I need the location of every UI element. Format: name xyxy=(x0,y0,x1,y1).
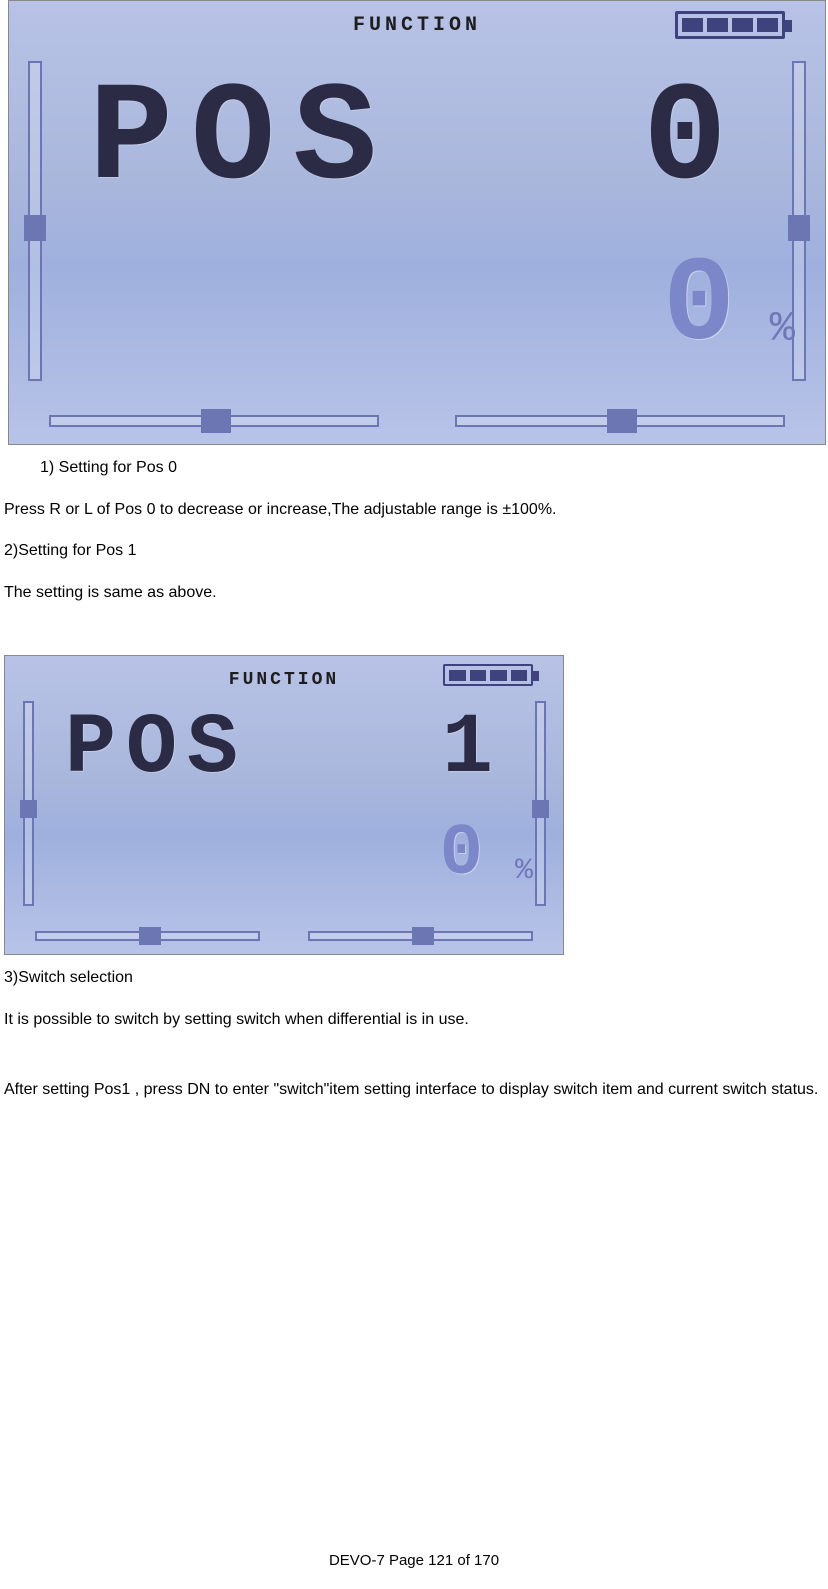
lcd-main-row: POS 0 xyxy=(89,71,745,211)
lcd-main-label: POS xyxy=(65,706,248,791)
battery-icon xyxy=(443,664,533,686)
lcd-title: FUNCTION xyxy=(353,12,481,39)
lcd-main-row: POS 1 xyxy=(65,706,503,791)
left-horizontal-trim xyxy=(35,926,260,946)
lcd-main-value: 0 xyxy=(643,71,745,211)
step3-body: It is possible to switch by setting swit… xyxy=(4,997,824,1039)
left-vertical-trim xyxy=(21,61,49,381)
step1-title: 1) Setting for Pos 0 xyxy=(4,445,824,487)
step2-title: 2)Setting for Pos 1 xyxy=(4,528,824,570)
percent-icon: % xyxy=(515,851,533,892)
lcd-sub-value: 0 xyxy=(663,226,735,388)
page-footer: DEVO-7 Page 121 of 170 xyxy=(0,1551,828,1571)
lcd-sub-value: 0 xyxy=(440,806,483,903)
lcd-screenshot-pos1: FUNCTION POS 1 0 % xyxy=(4,655,564,955)
lcd-main-value: 1 xyxy=(442,706,503,791)
left-vertical-trim xyxy=(17,701,39,906)
step1-body: Press R or L of Pos 0 to decrease or inc… xyxy=(4,487,824,529)
lcd-screenshot-pos0: FUNCTION POS 0 0 % xyxy=(8,0,826,445)
left-horizontal-trim xyxy=(49,408,379,434)
lcd-main-label: POS xyxy=(89,71,395,211)
step2-body: The setting is same as above. xyxy=(4,570,824,612)
right-horizontal-trim xyxy=(308,926,533,946)
lcd-title: FUNCTION xyxy=(229,668,339,692)
percent-icon: % xyxy=(770,301,795,358)
step3-title: 3)Switch selection xyxy=(4,955,824,997)
battery-icon xyxy=(675,11,785,39)
step3-body2: After setting Pos1 , press DN to enter "… xyxy=(4,1067,824,1109)
right-horizontal-trim xyxy=(455,408,785,434)
